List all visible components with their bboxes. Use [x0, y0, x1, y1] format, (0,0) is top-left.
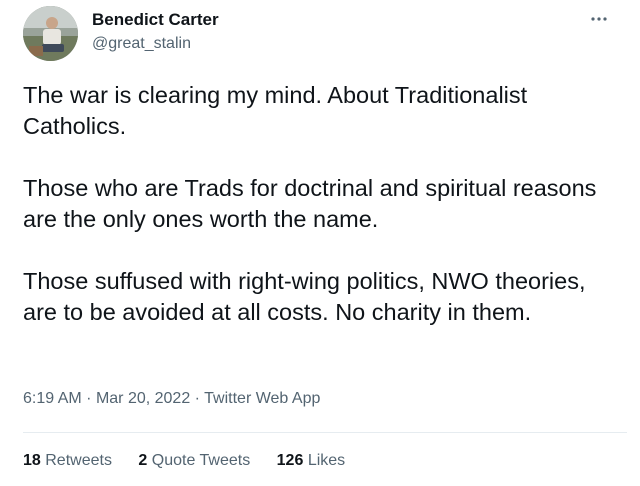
avatar[interactable]	[23, 6, 78, 61]
quote-tweets-count: 2	[138, 452, 148, 469]
retweets-stat[interactable]: 18 Retweets	[23, 452, 112, 469]
divider	[23, 432, 627, 433]
retweets-label: Retweets	[45, 452, 112, 469]
author-name[interactable]: Benedict Carter	[92, 10, 219, 30]
tweet-time[interactable]: 6:19 AM	[23, 390, 82, 407]
likes-stat[interactable]: 126 Likes	[277, 452, 346, 469]
tweet-meta: 6:19 AM · Mar 20, 2022 · Twitter Web App	[23, 390, 320, 408]
tweet-source[interactable]: Twitter Web App	[204, 390, 320, 407]
tweet-paragraph: Those suffused with right-wing politics,…	[23, 268, 586, 325]
author-handle[interactable]: @great_stalin	[92, 35, 191, 53]
avatar-image	[23, 6, 78, 61]
meta-separator: ·	[194, 390, 200, 407]
likes-count: 126	[276, 452, 304, 469]
tweet-date[interactable]: Mar 20, 2022	[96, 390, 190, 407]
quote-tweets-stat[interactable]: 2 Quote Tweets	[138, 452, 250, 469]
tweet-paragraph: Those who are Trads for doctrinal and sp…	[23, 175, 597, 232]
tweet-stats: 18 Retweets 2 Quote Tweets 126 Likes	[23, 452, 367, 470]
more-options-button[interactable]	[586, 6, 612, 32]
tweet-card: Benedict Carter @great_stalin The war is…	[0, 0, 640, 486]
quote-tweets-label: Quote Tweets	[151, 452, 251, 469]
tweet-paragraph: The war is clearing my mind. About Tradi…	[23, 82, 528, 139]
more-options-icon	[591, 17, 607, 21]
tweet-text: The war is clearing my mind. About Tradi…	[23, 80, 623, 359]
retweets-count: 18	[23, 452, 41, 469]
likes-label: Likes	[307, 452, 346, 469]
meta-separator: ·	[86, 390, 92, 407]
